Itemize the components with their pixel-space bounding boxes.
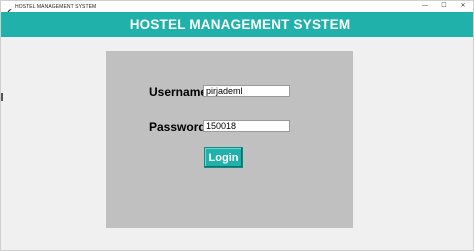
login-panel: Username Password Login [106,51,353,228]
password-label: Password [149,120,206,134]
window-title: HOSTEL MANAGEMENT SYSTEM [15,3,97,10]
window-edge-mark [1,93,3,101]
window-controls: — ☐ ✕ [421,1,467,12]
password-input[interactable] [203,120,290,132]
username-label: Username [149,85,208,99]
login-button[interactable]: Login [204,147,243,168]
window-titlebar[interactable]: HOSTEL MANAGEMENT SYSTEM — ☐ ✕ [1,1,473,16]
username-input[interactable] [203,85,290,97]
maximize-button[interactable]: ☐ [440,1,448,12]
feather-icon [6,3,12,16]
app-header: HOSTEL MANAGEMENT SYSTEM [1,12,473,37]
close-button[interactable]: ✕ [459,1,467,12]
app-window: HOSTEL MANAGEMENT SYSTEM — ☐ ✕ HOSTEL MA… [0,0,474,251]
minimize-button[interactable]: — [421,1,429,12]
header-title: HOSTEL MANAGEMENT SYSTEM [129,17,351,32]
